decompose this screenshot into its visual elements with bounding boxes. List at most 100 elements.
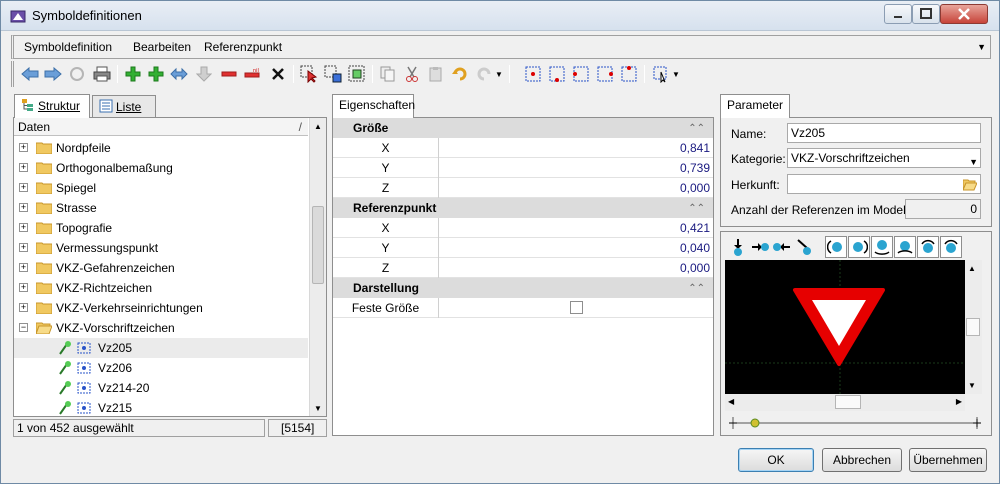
remove-icon[interactable] bbox=[219, 64, 239, 84]
minimize-button[interactable] bbox=[884, 4, 912, 24]
forward-arrow-icon[interactable] bbox=[43, 64, 63, 84]
redo-icon[interactable] bbox=[474, 64, 494, 84]
expand-icon[interactable]: + bbox=[19, 263, 28, 272]
tree-folder[interactable]: + VKZ-Richtzeichen bbox=[14, 278, 308, 298]
tilt-down-icon[interactable] bbox=[871, 236, 893, 258]
property-value[interactable]: 0,000 bbox=[680, 178, 710, 198]
scroll-thumb[interactable] bbox=[312, 206, 324, 284]
scroll-up-icon[interactable]: ▲ bbox=[310, 118, 326, 134]
scroll-thumb[interactable] bbox=[966, 318, 980, 336]
preview-hscrollbar[interactable]: ◀ ▶ bbox=[725, 394, 965, 411]
property-row[interactable]: Z 0,000 bbox=[333, 178, 713, 198]
expand-icon[interactable]: + bbox=[19, 143, 28, 152]
symbol-preview-canvas[interactable] bbox=[725, 260, 965, 394]
menu-referenzpunkt[interactable]: Referenzpunkt bbox=[204, 40, 282, 54]
refpoint-center-icon[interactable] bbox=[523, 64, 543, 84]
property-value[interactable]: 0,040 bbox=[680, 238, 710, 258]
view-left-icon[interactable] bbox=[771, 236, 793, 258]
browse-folder-icon[interactable] bbox=[963, 178, 977, 191]
collapse-icon[interactable]: − bbox=[19, 323, 28, 332]
view-down-icon[interactable] bbox=[727, 236, 749, 258]
tree-folder[interactable]: + Nordpfeile bbox=[14, 138, 308, 158]
expand-icon[interactable]: + bbox=[19, 243, 28, 252]
select-add-icon[interactable] bbox=[323, 64, 343, 84]
copy-icon[interactable] bbox=[378, 64, 398, 84]
refpoint-right-icon[interactable] bbox=[595, 64, 615, 84]
rotate-left-icon[interactable] bbox=[825, 236, 847, 258]
origin-field[interactable] bbox=[787, 174, 981, 194]
view-right-icon[interactable] bbox=[749, 236, 771, 258]
tree-folder[interactable]: + Vermessungspunkt bbox=[14, 238, 308, 258]
property-group-display[interactable]: Darstellung ⌃⌃ bbox=[333, 278, 713, 298]
preview-vscrollbar[interactable]: ▲ ▼ bbox=[965, 260, 982, 394]
property-group-size[interactable]: Größe ⌃⌃ bbox=[333, 118, 713, 138]
tree-folder[interactable]: + VKZ-Verkehrseinrichtungen bbox=[14, 298, 308, 318]
expand-icon[interactable]: + bbox=[19, 183, 28, 192]
expand-icon[interactable]: + bbox=[19, 163, 28, 172]
delete-icon[interactable] bbox=[268, 64, 288, 84]
tree-symbol-item[interactable]: Vz214-20 bbox=[14, 378, 308, 398]
tree-folder[interactable]: + Orthogonalbemaßung bbox=[14, 158, 308, 178]
tree-scrollbar[interactable]: ▲ ▼ bbox=[309, 118, 326, 416]
property-group-refpoint[interactable]: Referenzpunkt ⌃⌃ bbox=[333, 198, 713, 218]
tab-eigenschaften[interactable]: Eigenschaften bbox=[332, 94, 415, 118]
select-region-icon[interactable] bbox=[347, 64, 367, 84]
redo-dropdown-icon[interactable]: ▼ bbox=[494, 64, 504, 84]
remove-all-icon[interactable]: nil bbox=[243, 64, 263, 84]
tree-folder[interactable]: + Strasse bbox=[14, 198, 308, 218]
property-row[interactable]: Y 0,739 bbox=[333, 158, 713, 178]
tilt-up-icon[interactable] bbox=[894, 236, 916, 258]
rotate-right-icon[interactable] bbox=[848, 236, 870, 258]
refpoint-dropdown-icon[interactable]: ▼ bbox=[671, 64, 681, 84]
refresh-icon[interactable] bbox=[67, 64, 87, 84]
refpoint-top-icon[interactable] bbox=[619, 64, 639, 84]
zoom-slider[interactable] bbox=[727, 414, 985, 432]
scroll-left-icon[interactable]: ◀ bbox=[728, 397, 734, 406]
property-row[interactable]: Y 0,040 bbox=[333, 238, 713, 258]
tree-symbol-item[interactable]: Vz215 bbox=[14, 398, 308, 418]
property-value[interactable]: 0,421 bbox=[680, 218, 710, 238]
fixed-size-checkbox[interactable] bbox=[570, 301, 583, 314]
collapse-group-icon[interactable]: ⌃⌃ bbox=[688, 199, 705, 219]
property-row[interactable]: X 0,841 bbox=[333, 138, 713, 158]
move-down-icon[interactable] bbox=[194, 64, 214, 84]
scroll-down-icon[interactable]: ▼ bbox=[310, 400, 326, 416]
refpoint-pick-icon[interactable] bbox=[651, 64, 671, 84]
undo-icon[interactable] bbox=[450, 64, 470, 84]
refpoint-left-icon[interactable] bbox=[571, 64, 591, 84]
tree-symbol-item[interactable]: Vz205 bbox=[14, 338, 308, 358]
maximize-button[interactable] bbox=[912, 4, 940, 24]
tree-folder-expanded[interactable]: − VKZ-Vorschriftzeichen bbox=[14, 318, 308, 338]
tab-parameter[interactable]: Parameter bbox=[720, 94, 790, 118]
property-value[interactable]: 0,841 bbox=[680, 138, 710, 158]
scroll-right-icon[interactable]: ▶ bbox=[956, 397, 962, 406]
expand-icon[interactable]: + bbox=[19, 223, 28, 232]
cut-icon[interactable] bbox=[402, 64, 422, 84]
add-icon[interactable] bbox=[123, 64, 143, 84]
scroll-down-icon[interactable]: ▼ bbox=[968, 381, 976, 390]
spin-left-icon[interactable] bbox=[917, 236, 939, 258]
tree-symbol-item[interactable]: Vz206 bbox=[14, 358, 308, 378]
property-value[interactable]: 0,739 bbox=[680, 158, 710, 178]
collapse-group-icon[interactable]: ⌃⌃ bbox=[688, 119, 705, 139]
property-row[interactable]: Feste Größe bbox=[333, 298, 713, 318]
tab-liste[interactable]: Liste bbox=[92, 95, 156, 117]
tree-folder[interactable]: + VKZ-Gefahrenzeichen bbox=[14, 258, 308, 278]
collapse-group-icon[interactable]: ⌃⌃ bbox=[688, 279, 705, 299]
chevron-down-icon[interactable]: ▼ bbox=[969, 153, 978, 171]
scroll-up-icon[interactable]: ▲ bbox=[968, 264, 976, 273]
tab-struktur[interactable]: Struktur bbox=[14, 94, 90, 118]
ok-button[interactable]: OK bbox=[738, 448, 814, 472]
expand-icon[interactable]: + bbox=[19, 303, 28, 312]
apply-button[interactable]: Übernehmen bbox=[909, 448, 987, 472]
expand-icon[interactable]: + bbox=[19, 283, 28, 292]
expand-icon[interactable]: + bbox=[19, 203, 28, 212]
spin-right-icon[interactable] bbox=[940, 236, 962, 258]
property-row[interactable]: Z 0,000 bbox=[333, 258, 713, 278]
add-child-icon[interactable] bbox=[146, 64, 166, 84]
print-icon[interactable] bbox=[92, 64, 112, 84]
menu-bearbeiten[interactable]: Bearbeiten bbox=[133, 40, 191, 54]
scroll-thumb[interactable] bbox=[835, 395, 861, 409]
tree-header[interactable]: Daten / bbox=[14, 118, 308, 136]
view-up-icon[interactable] bbox=[793, 236, 815, 258]
